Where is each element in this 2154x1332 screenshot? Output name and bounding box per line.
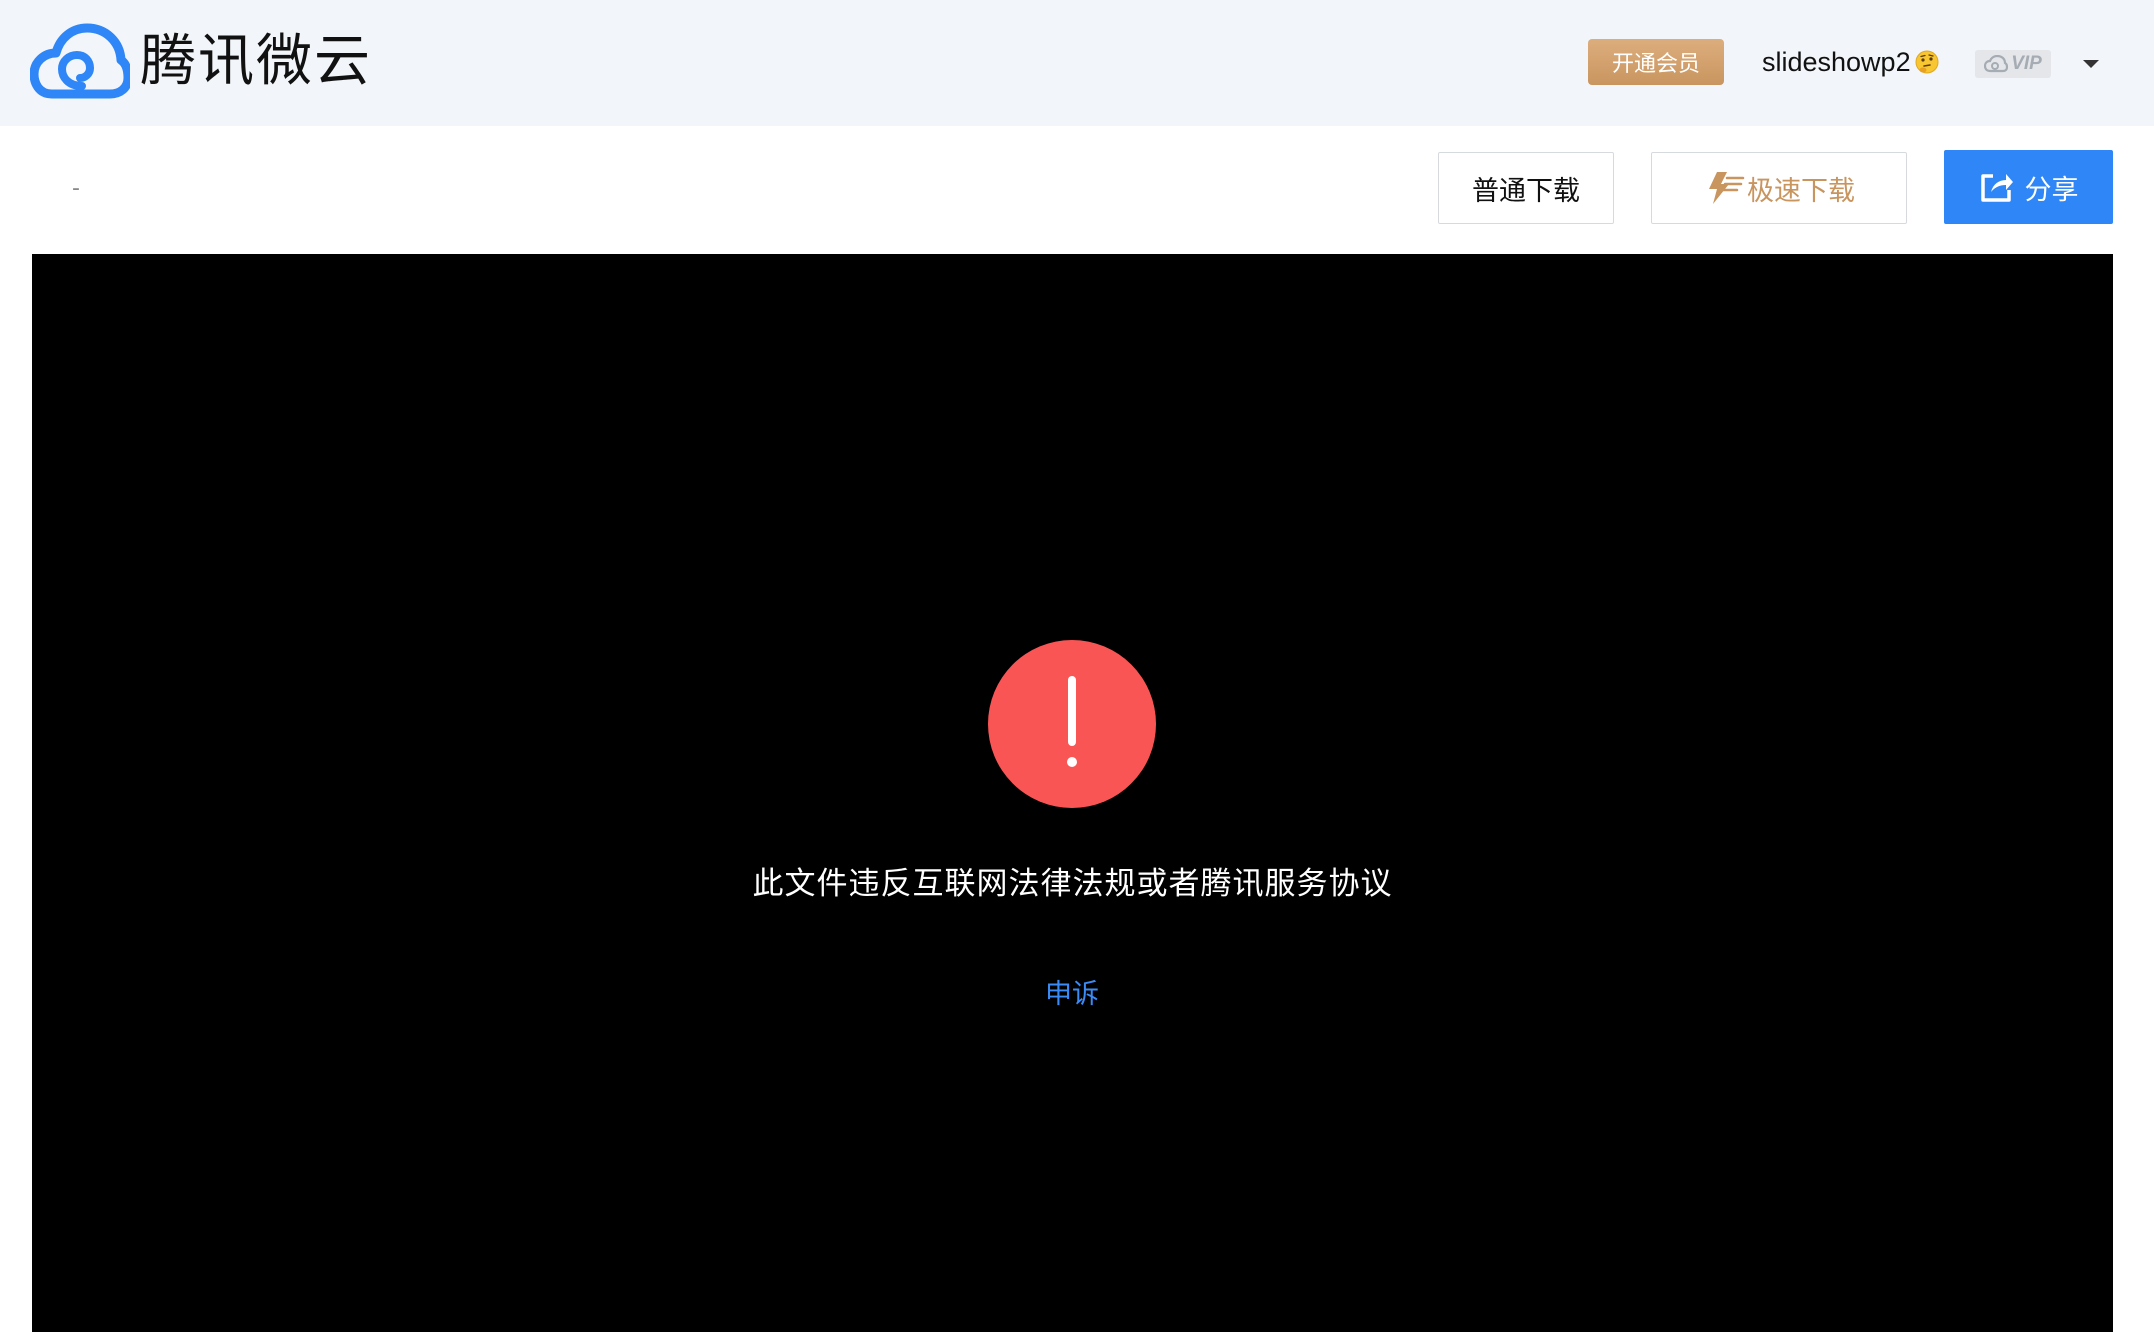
user-name[interactable]: slideshowp2	[1762, 44, 1940, 80]
vip-status-badge[interactable]: VIP	[1975, 50, 2051, 78]
username-text: slideshowp2	[1762, 47, 1911, 77]
appeal-link[interactable]: 申诉	[1022, 972, 1122, 1011]
open-membership-button[interactable]: 开通会员	[1588, 39, 1724, 85]
normal-download-button[interactable]: 普通下载	[1438, 152, 1614, 224]
fast-download-button[interactable]: 极速下载	[1651, 152, 1907, 224]
share-label: 分享	[2024, 174, 2079, 206]
lightning-icon	[1709, 172, 1745, 204]
file-preview-area: 此文件违反互联网法律法规或者腾讯服务协议 申诉	[32, 254, 2113, 1332]
weiyun-cloud-logo-icon	[30, 23, 130, 99]
share-icon	[1980, 174, 2013, 202]
file-toolbar: - 普通下载 极速下载 分享	[0, 126, 2154, 254]
top-header: 腾讯微云 开通会员 slideshowp2 VIP	[0, 0, 2154, 126]
brand-name: 腾讯微云	[140, 29, 372, 94]
file-name: -	[72, 176, 80, 201]
thinking-face-emoji-icon	[1915, 50, 1939, 74]
caret-down-icon[interactable]	[2080, 56, 2102, 72]
brand-logo[interactable]: 腾讯微云	[30, 22, 372, 102]
fast-download-label: 极速下载	[1747, 175, 1855, 207]
violation-message: 此文件违反互联网法律法规或者腾讯服务协议	[752, 866, 1393, 902]
vip-badge-label: VIP	[2011, 53, 2042, 74]
vip-cloud-icon	[1984, 55, 2009, 73]
exclamation-alert-icon	[988, 640, 1156, 808]
normal-download-label: 普通下载	[1472, 175, 1580, 207]
share-button[interactable]: 分享	[1944, 150, 2113, 224]
